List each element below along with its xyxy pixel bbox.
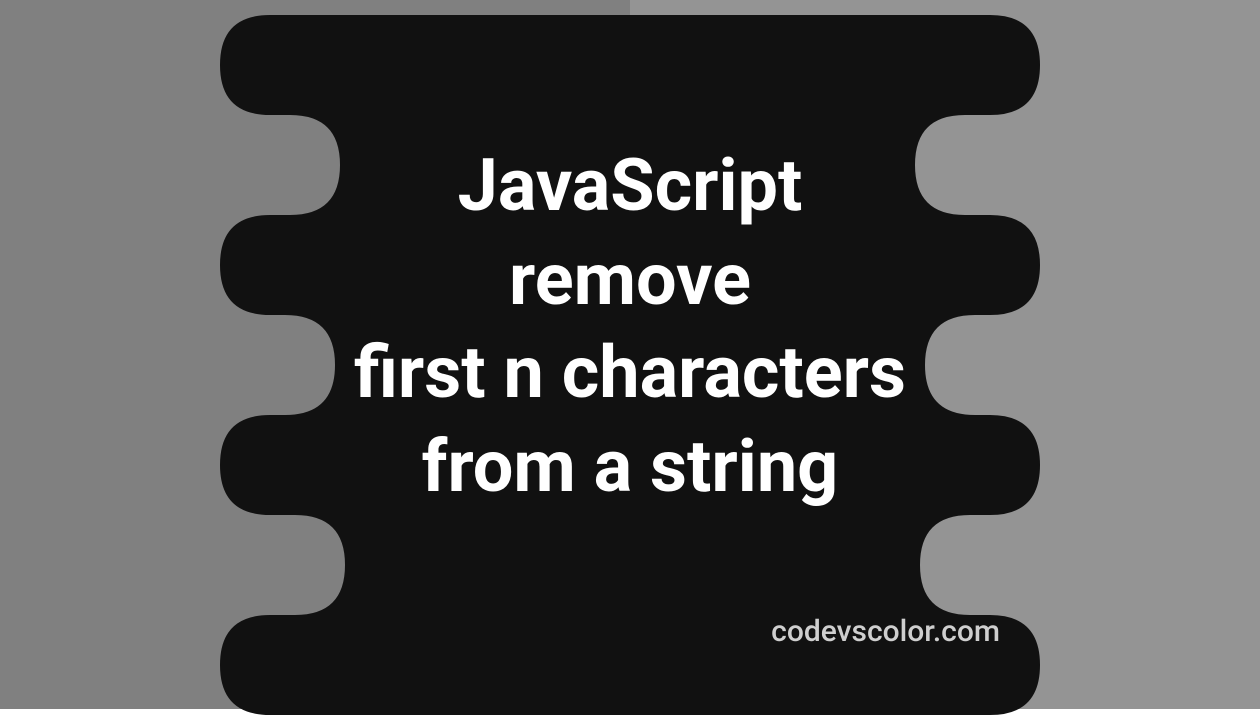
title-line-3: first n characters	[180, 326, 1080, 420]
title-line-4: from a string	[180, 420, 1080, 514]
watermark-text: codevscolor.com	[771, 614, 1000, 649]
title-line-2: remove	[180, 233, 1080, 327]
title-line-1: JavaScript	[180, 139, 1080, 233]
title-block: JavaScript remove first n characters fro…	[180, 139, 1080, 513]
